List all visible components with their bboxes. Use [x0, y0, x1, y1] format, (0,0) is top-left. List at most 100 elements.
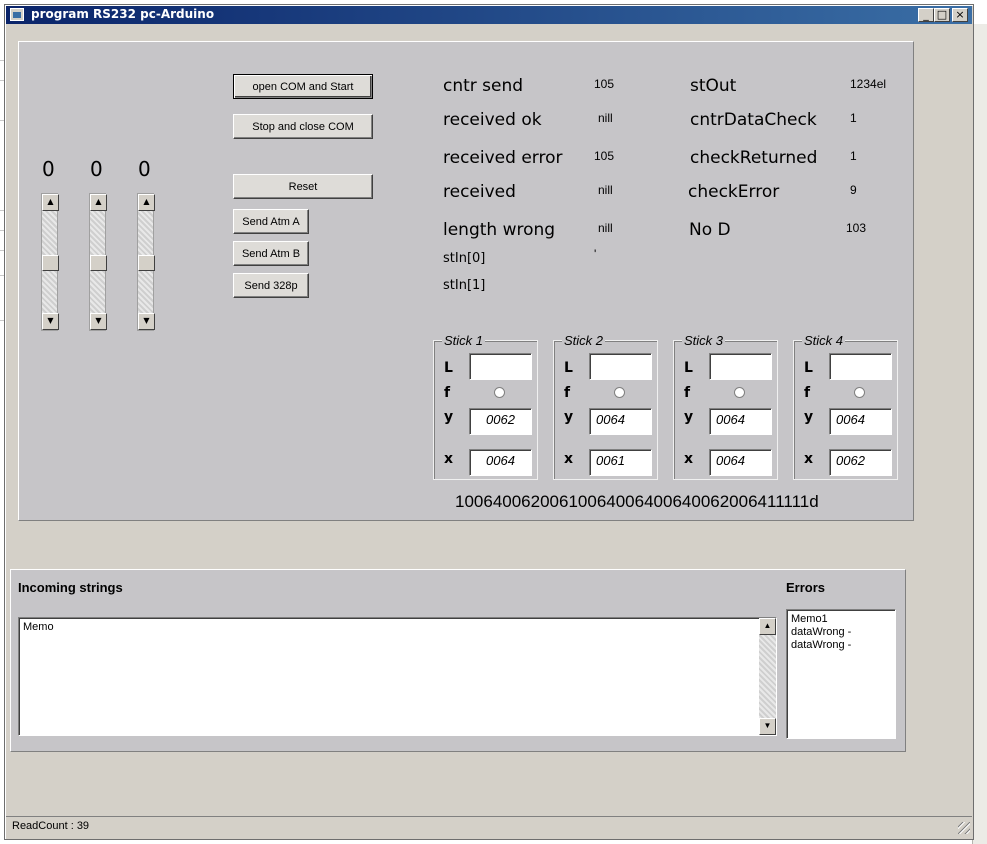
- stin1-label: stIn[1]: [443, 278, 486, 293]
- maximize-icon[interactable]: □: [934, 8, 950, 22]
- stick-4-f-radio[interactable]: [854, 387, 865, 398]
- slider-3[interactable]: ▲ ▼: [137, 193, 155, 331]
- stick-3-l-input[interactable]: [709, 353, 772, 380]
- slider-3-value: 0: [138, 157, 151, 181]
- stick-l-label: L: [444, 360, 453, 376]
- errors-memo[interactable]: Memo1 dataWrong - dataWrong -: [786, 609, 896, 739]
- stick-x-label: x: [444, 451, 454, 467]
- slider-thumb[interactable]: [42, 255, 59, 271]
- error-line: dataWrong -: [791, 639, 852, 651]
- length-wrong-label: length wrong: [443, 220, 556, 240]
- check-error-value: 9: [850, 183, 857, 197]
- stick-2-l-input[interactable]: [589, 353, 652, 380]
- stick-l-label: L: [684, 360, 693, 376]
- stop-com-button[interactable]: Stop and close COM: [233, 114, 373, 139]
- stick-2-title: Stick 2: [562, 333, 606, 348]
- scroll-down-icon[interactable]: ▼: [42, 313, 59, 330]
- open-com-button[interactable]: open COM and Start: [233, 74, 373, 99]
- slider-1-value: 0: [42, 157, 55, 181]
- slider-2[interactable]: ▲ ▼: [89, 193, 107, 331]
- reset-button[interactable]: Reset: [233, 174, 373, 199]
- status-bar: [6, 816, 972, 836]
- stick-3-title: Stick 3: [682, 333, 726, 348]
- received-error-value: 105: [594, 149, 615, 163]
- received-value: nill: [598, 183, 613, 197]
- stick-1-f-radio[interactable]: [494, 387, 505, 398]
- stick-2-x-input[interactable]: 0061: [589, 449, 652, 476]
- minimize-icon[interactable]: _: [918, 8, 934, 22]
- stick-x-label: x: [804, 451, 814, 467]
- resize-grip-icon[interactable]: [958, 822, 970, 834]
- send-atm-a-button[interactable]: Send Atm A: [233, 209, 309, 234]
- received-error-label: received error: [443, 148, 563, 168]
- background-window-edge: [972, 24, 987, 844]
- cntr-data-check-value: 1: [850, 111, 857, 125]
- stick-y-label: y: [684, 409, 694, 425]
- stick-3-x-input[interactable]: 0064: [709, 449, 772, 476]
- error-line: dataWrong -: [791, 626, 852, 638]
- stick-y-label: y: [444, 409, 454, 425]
- read-count-status: ReadCount : 39: [12, 820, 90, 832]
- received-label: received: [443, 182, 516, 202]
- cntr-send-label: cntr send: [443, 76, 524, 96]
- incoming-memo-text: Memo: [23, 621, 54, 633]
- stout-value: 1234el: [850, 77, 887, 91]
- stick-l-label: L: [564, 360, 573, 376]
- memo-scrollbar[interactable]: ▲ ▼: [759, 618, 776, 735]
- stick-y-label: y: [804, 409, 814, 425]
- app-icon: [10, 8, 24, 21]
- no-d-label: No D: [689, 220, 731, 240]
- incoming-strings-label: Incoming strings: [18, 580, 123, 595]
- slider-1[interactable]: ▲ ▼: [41, 193, 59, 331]
- stick-1-x-input[interactable]: 0064: [469, 449, 532, 476]
- errors-label: Errors: [786, 580, 826, 595]
- scroll-up-icon[interactable]: ▲: [138, 194, 155, 211]
- stick-4-x-input[interactable]: 0062: [829, 449, 892, 476]
- stick-4-title: Stick 4: [802, 333, 846, 348]
- length-wrong-value: nill: [598, 221, 613, 235]
- stick-1-l-input[interactable]: [469, 353, 532, 380]
- stick-2-f-radio[interactable]: [614, 387, 625, 398]
- error-line: Memo1: [791, 613, 828, 625]
- window-title: program RS232 pc-Arduino: [31, 7, 215, 21]
- stick-y-label: y: [564, 409, 574, 425]
- stick-1-y-input[interactable]: 0062: [469, 408, 532, 435]
- stick-x-label: x: [564, 451, 574, 467]
- close-icon[interactable]: ×: [952, 8, 968, 22]
- cntr-data-check-label: cntrDataCheck: [690, 110, 817, 130]
- stick-1-group: Stick 1 L f y 0062 x 0064: [433, 333, 538, 480]
- cntr-send-value: 105: [594, 77, 615, 91]
- scroll-up-icon[interactable]: ▲: [42, 194, 59, 211]
- stin0-value: ': [594, 247, 597, 261]
- stick-f-label: f: [564, 385, 571, 401]
- stick-x-label: x: [684, 451, 694, 467]
- stick-2-group: Stick 2 L f y 0064 x 0061: [553, 333, 658, 480]
- stick-2-y-input[interactable]: 0064: [589, 408, 652, 435]
- stick-4-group: Stick 4 L f y 0064 x 0062: [793, 333, 898, 480]
- data-string: 10064006200610064006400640062006411111d: [455, 492, 819, 511]
- scroll-up-icon[interactable]: ▲: [759, 618, 776, 635]
- send-atm-b-button[interactable]: Send Atm B: [233, 241, 309, 266]
- stick-3-f-radio[interactable]: [734, 387, 745, 398]
- no-d-value: 103: [846, 221, 867, 235]
- check-error-label: checkError: [688, 182, 780, 202]
- stick-3-group: Stick 3 L f y 0064 x 0064: [673, 333, 778, 480]
- scroll-down-icon[interactable]: ▼: [759, 718, 776, 735]
- scroll-down-icon[interactable]: ▼: [90, 313, 107, 330]
- scroll-up-icon[interactable]: ▲: [90, 194, 107, 211]
- slider-thumb[interactable]: [90, 255, 107, 271]
- stick-4-l-input[interactable]: [829, 353, 892, 380]
- stick-f-label: f: [804, 385, 811, 401]
- stick-l-label: L: [804, 360, 813, 376]
- send-328p-button[interactable]: Send 328p: [233, 273, 309, 298]
- received-ok-value: nill: [598, 111, 613, 125]
- incoming-memo[interactable]: Memo ▲ ▼: [18, 617, 777, 736]
- check-returned-value: 1: [850, 149, 857, 163]
- slider-2-value: 0: [90, 157, 103, 181]
- slider-thumb[interactable]: [138, 255, 155, 271]
- stick-f-label: f: [444, 385, 451, 401]
- scroll-down-icon[interactable]: ▼: [138, 313, 155, 330]
- stick-3-y-input[interactable]: 0064: [709, 408, 772, 435]
- check-returned-label: checkReturned: [690, 148, 818, 168]
- stick-4-y-input[interactable]: 0064: [829, 408, 892, 435]
